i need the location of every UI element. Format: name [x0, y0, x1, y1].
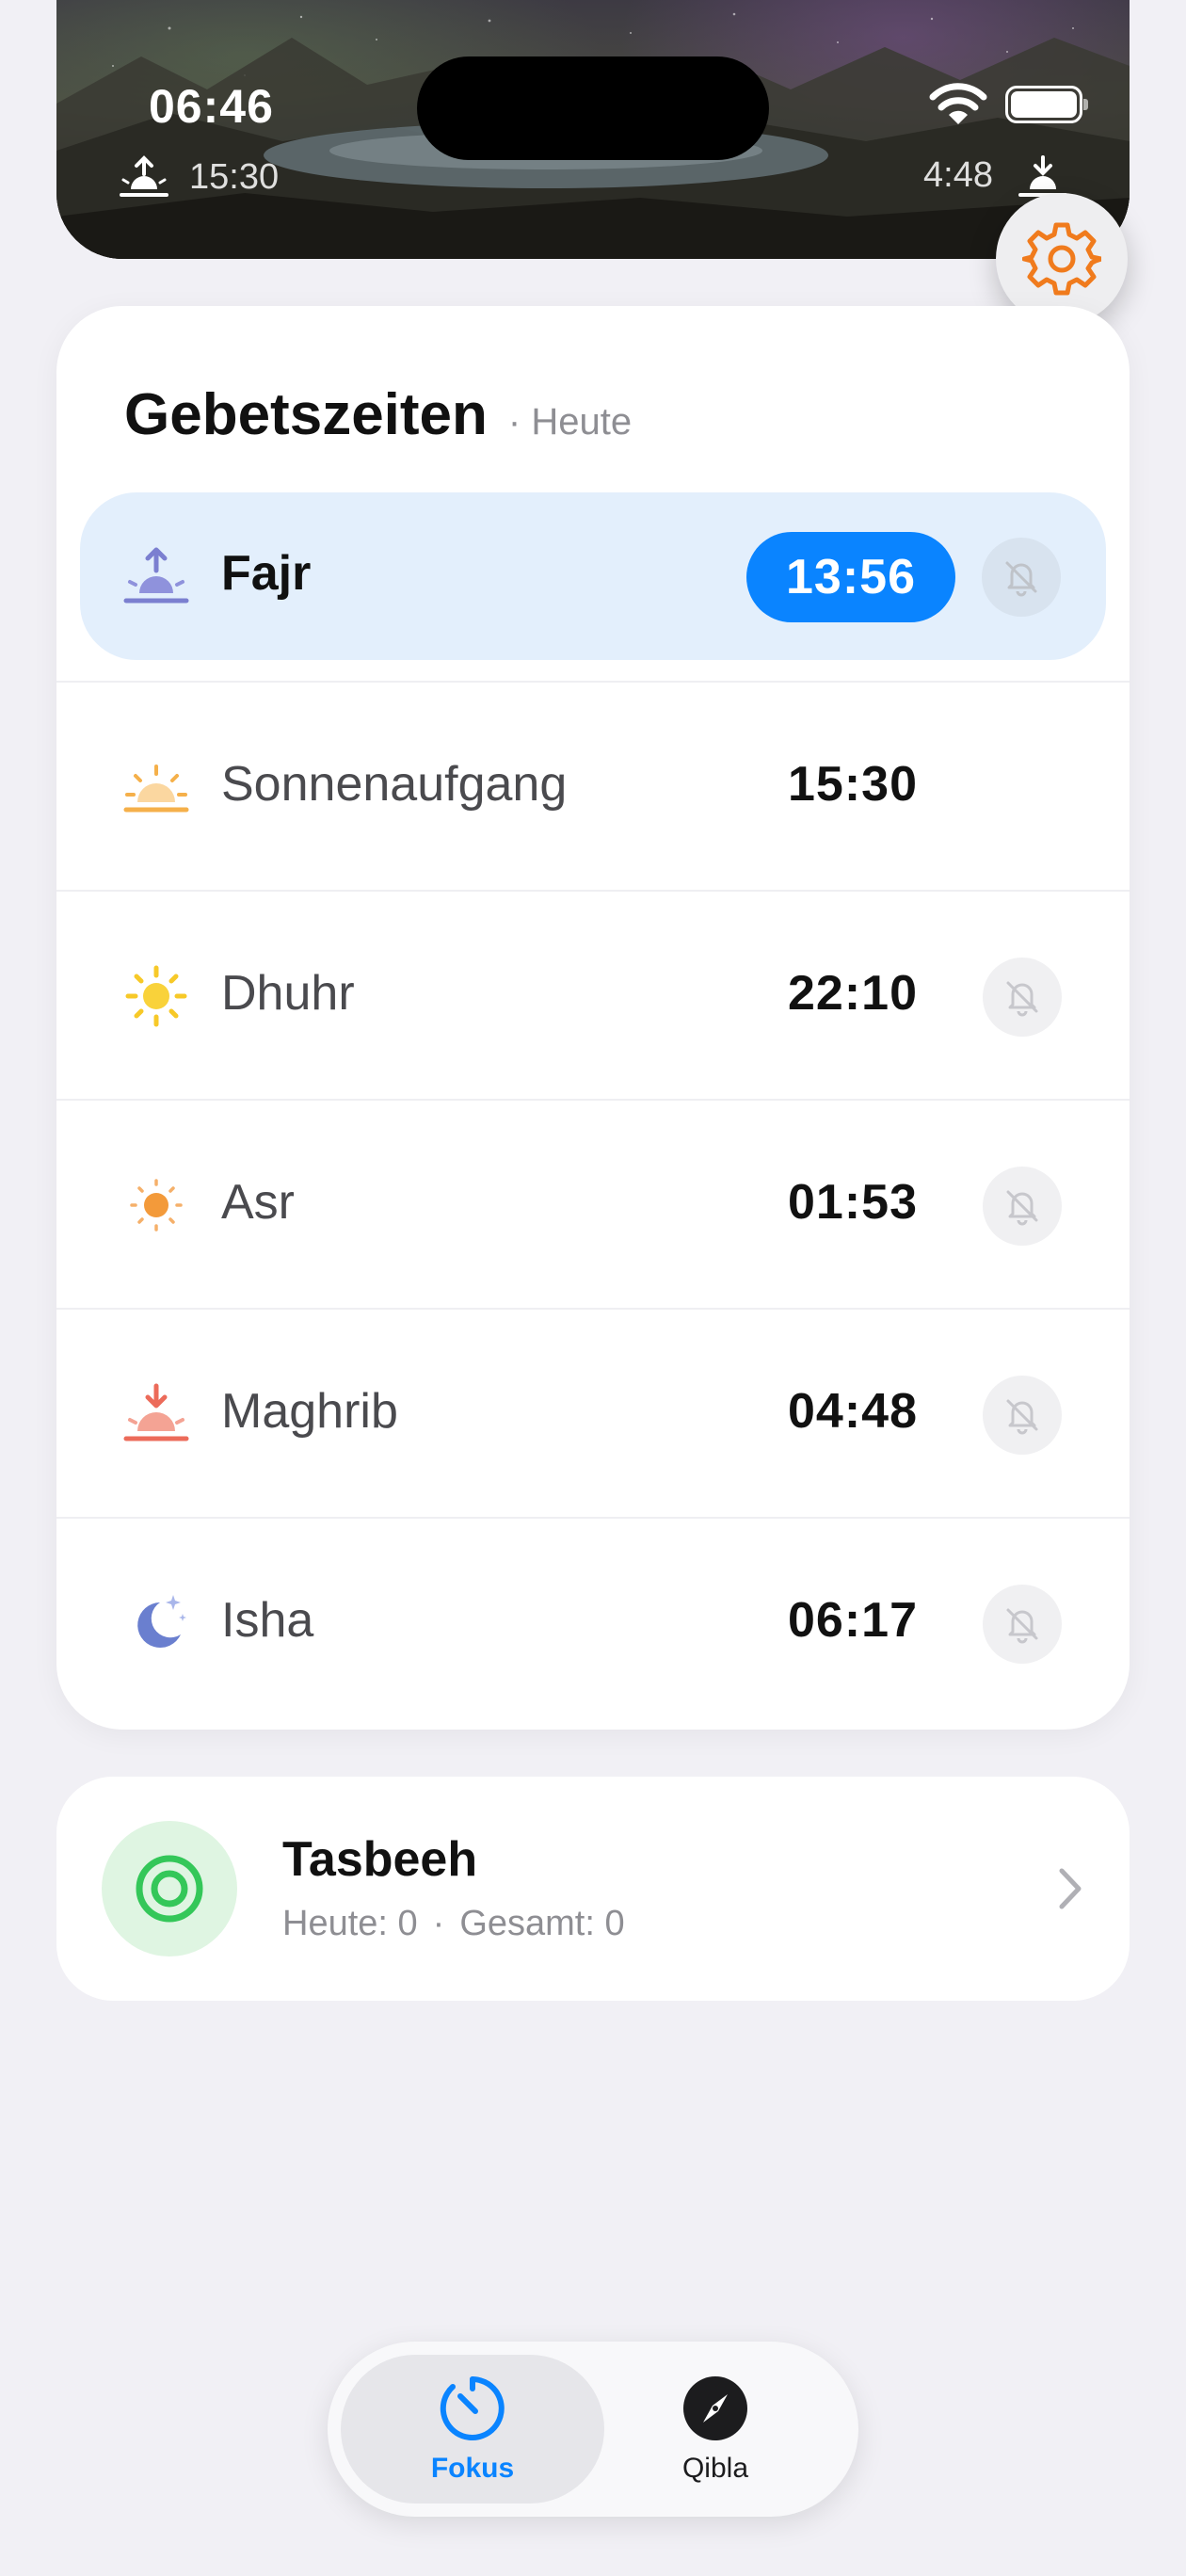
prayer-name: Maghrib: [221, 1384, 398, 1439]
tasbeeh-separator: ·: [432, 1904, 445, 1943]
moon-stars-icon: [137, 1595, 186, 1648]
card-title: Gebetszeiten: [124, 382, 488, 447]
prayer-name: Asr: [221, 1175, 295, 1230]
prayer-name: Fajr: [221, 546, 312, 601]
hero-sunset-time: 4:48: [923, 155, 993, 195]
prayer-row-asr[interactable]: Asr 01:53: [56, 1099, 1130, 1308]
tasbeeh-card[interactable]: Tasbeeh Heute: 0 · Gesamt: 0: [56, 1777, 1130, 2001]
hero-sunset: 4:48: [923, 155, 993, 196]
notification-toggle-fajr[interactable]: [982, 538, 1061, 617]
gear-icon: [1022, 222, 1101, 296]
tab-fokus-label: Fokus: [430, 2453, 515, 2484]
prayer-row-sunrise[interactable]: Sonnenaufgang 15:30: [56, 681, 1130, 890]
sunrise-icon: [123, 765, 189, 813]
tasbeeh-total: Gesamt: 0: [459, 1904, 625, 1943]
prayer-time: 01:53: [788, 1175, 918, 1230]
notification-toggle-isha[interactable]: [983, 1585, 1062, 1664]
notification-toggle-dhuhr[interactable]: [983, 958, 1062, 1037]
chevron-right-icon: [1059, 1868, 1082, 1909]
prayer-time: 04:48: [788, 1384, 918, 1439]
hero-sunrise-time: 15:30: [189, 156, 280, 197]
tab-bar: Fokus Qibla: [328, 2342, 858, 2517]
prayer-name: Sonnenaufgang: [221, 757, 568, 812]
target-icon: [136, 1855, 203, 1923]
card-subtitle: · Heute: [507, 401, 633, 443]
card-header: Gebetszeiten · Heute: [124, 381, 632, 448]
compass-icon: [683, 2376, 747, 2440]
prayer-row-fajr[interactable]: Fajr 13:56: [80, 492, 1106, 660]
notification-toggle-maghrib[interactable]: [983, 1376, 1062, 1455]
battery-icon: [1005, 86, 1088, 123]
tasbeeh-badge: [102, 1821, 237, 1956]
hero-sunrise: 15:30: [118, 155, 279, 199]
sunrise-arrow-icon: [120, 155, 168, 197]
prayer-row-maghrib[interactable]: Maghrib 04:48: [56, 1308, 1130, 1517]
prayer-name: Isha: [221, 1593, 314, 1648]
tasbeeh-stats: Heute: 0 · Gesamt: 0: [282, 1904, 625, 1944]
prayer-time: 15:30: [788, 757, 918, 812]
timer-icon: [440, 2376, 505, 2440]
prayer-time-highlight: 13:56: [746, 532, 955, 622]
prayer-name: Dhuhr: [221, 966, 355, 1021]
prayer-row-dhuhr[interactable]: Dhuhr 22:10: [56, 890, 1130, 1099]
notification-toggle-asr[interactable]: [983, 1167, 1062, 1246]
settings-button[interactable]: [996, 193, 1128, 325]
tab-qibla[interactable]: Qibla: [584, 2355, 847, 2504]
small-sun-icon: [130, 1179, 183, 1232]
bell-slash-icon: [1006, 1190, 1038, 1226]
prayer-time: 22:10: [788, 966, 918, 1021]
status-bar-icons: [928, 83, 1088, 126]
fajr-sunrise-arrow-icon: [123, 547, 189, 604]
wifi-icon: [929, 83, 987, 124]
sunset-icon: [123, 1383, 189, 1441]
prayer-times-card: Gebetszeiten · Heute Fajr 13:56 Sonnenau…: [56, 306, 1130, 1730]
bell-slash-icon: [1005, 561, 1037, 597]
prayer-time: 06:17: [788, 1593, 918, 1648]
tab-fokus[interactable]: Fokus: [341, 2355, 604, 2504]
tasbeeh-today: Heute: 0: [282, 1904, 418, 1943]
bell-slash-icon: [1006, 1399, 1038, 1435]
bell-slash-icon: [1006, 981, 1038, 1017]
tab-qibla-label: Qibla: [681, 2453, 749, 2484]
tasbeeh-title: Tasbeeh: [282, 1832, 478, 1887]
sun-icon: [125, 965, 187, 1027]
prayer-row-isha[interactable]: Isha 06:17: [56, 1517, 1130, 1726]
status-bar-time: 06:46: [149, 80, 274, 133]
dynamic-island: [417, 56, 769, 160]
bell-slash-icon: [1006, 1608, 1038, 1644]
